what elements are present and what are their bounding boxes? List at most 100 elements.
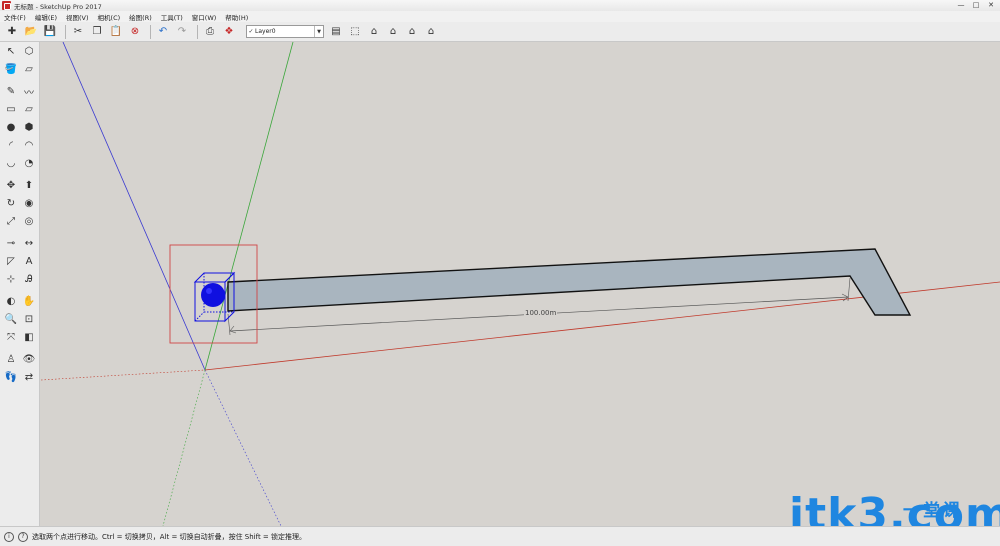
3d-text-icon[interactable]: Ꭿ	[21, 271, 37, 287]
dimension-label[interactable]: 100.00m	[524, 309, 558, 317]
cut-icon[interactable]: ✂	[70, 24, 86, 40]
model-info-icon[interactable]: ❖	[221, 24, 237, 40]
new-file-icon[interactable]: ✚	[4, 24, 20, 40]
menu-draw[interactable]: 绘图(R)	[129, 12, 152, 22]
move-icon[interactable]: ✥	[3, 177, 19, 193]
protractor-icon[interactable]: ◸	[3, 253, 19, 269]
drawing-viewport[interactable]: 100.00m itk3.com 一堂课	[41, 42, 1000, 526]
walk-icon[interactable]: 👣	[3, 369, 19, 385]
main-toolbar: ✚ 📂 💾 ✂ ❐ 📋 ⊗ ↶ ↷ ⎙ ❖ ✓ Layer0 ▼ ▤ ⬚ ⌂ ⌂…	[0, 22, 1000, 42]
tool-row: ◐ ✋	[0, 292, 39, 310]
l-shaped-face[interactable]	[227, 248, 912, 316]
tool-row: ◜ ◠	[0, 136, 39, 154]
menu-view[interactable]: 视图(V)	[66, 12, 89, 22]
component-dot[interactable]	[201, 283, 225, 307]
tool-row: ◡ ◔	[0, 154, 39, 172]
erase-icon[interactable]: ⊗	[127, 24, 143, 40]
redo-icon[interactable]: ↷	[174, 24, 190, 40]
green-axis-dotted	[162, 369, 206, 526]
tool-row: ↻ ◉	[0, 194, 39, 212]
close-button[interactable]: ✕	[984, 0, 998, 10]
front-view-icon[interactable]: ⌂	[385, 24, 401, 40]
menu-tools[interactable]: 工具(T)	[161, 12, 183, 22]
tool-row: 🪣 ▱	[0, 60, 39, 78]
menu-bar: 文件(F) 编辑(E) 视图(V) 相机(C) 绘图(R) 工具(T) 窗口(W…	[0, 11, 1000, 22]
menu-edit[interactable]: 编辑(E)	[35, 12, 57, 22]
zoom-icon[interactable]: 🔍	[3, 311, 19, 327]
watermark-cn: 一堂课	[903, 501, 963, 521]
previous-view-icon[interactable]: ◧	[21, 329, 37, 345]
dimension-icon[interactable]: ↔	[21, 235, 37, 251]
pie-icon[interactable]: ◔	[21, 155, 37, 171]
right-view-icon[interactable]: ⌂	[404, 24, 420, 40]
red-axis-dotted	[41, 369, 206, 381]
tool-row: ✎ 〰	[0, 82, 39, 100]
minimize-button[interactable]: —	[954, 0, 968, 10]
scale-icon[interactable]: ⤢	[3, 213, 19, 229]
tool-row: ↖ ⬡	[0, 42, 39, 60]
blue-axis-dotted	[204, 369, 282, 526]
section-plane-icon[interactable]: ⇄	[21, 369, 37, 385]
eraser-icon[interactable]: ▱	[21, 61, 37, 77]
make-component-icon[interactable]: ⬡	[21, 43, 37, 59]
menu-window[interactable]: 窗口(W)	[192, 12, 217, 22]
zoom-extents-icon[interactable]: ⤧	[3, 329, 19, 345]
open-file-icon[interactable]: 📂	[23, 24, 39, 40]
status-message: 选取两个点进行移动。Ctrl = 切换拷贝，Alt = 切换自动折叠，按住 Sh…	[32, 532, 307, 541]
tool-row: ♙ 👁	[0, 350, 39, 368]
title-bar: 无标题 - SketchUp Pro 2017 — □ ✕	[0, 0, 1000, 11]
select-icon[interactable]: ↖	[3, 43, 19, 59]
pan-icon[interactable]: ✋	[21, 293, 37, 309]
position-camera-icon[interactable]: ♙	[3, 351, 19, 367]
top-view-icon[interactable]: ⌂	[366, 24, 382, 40]
line-icon[interactable]: ✎	[3, 83, 19, 99]
blue-axis	[62, 42, 206, 371]
tool-row: ▭ ▱	[0, 100, 39, 118]
push-pull-icon[interactable]: ⬆	[21, 177, 37, 193]
orbit-icon[interactable]: ◐	[3, 293, 19, 309]
axes-icon[interactable]: ⊹	[3, 271, 19, 287]
watermark-text: itk3	[789, 489, 889, 526]
paste-icon[interactable]: 📋	[108, 24, 124, 40]
help-icon[interactable]: ?	[18, 531, 28, 542]
rotate-icon[interactable]: ↻	[3, 195, 19, 211]
polygon-icon[interactable]: ⬢	[21, 119, 37, 135]
back-view-icon[interactable]: ⌂	[423, 24, 439, 40]
layer-dropdown[interactable]: ✓ Layer0 ▼	[246, 25, 324, 38]
tool-row: ◸ A	[0, 252, 39, 270]
copy-icon[interactable]: ❐	[89, 24, 105, 40]
follow-me-icon[interactable]: ◉	[21, 195, 37, 211]
window-controls: — □ ✕	[954, 0, 998, 11]
menu-file[interactable]: 文件(F)	[4, 12, 26, 22]
circle-icon[interactable]: ●	[3, 119, 19, 135]
zoom-window-icon[interactable]: ⊡	[21, 311, 37, 327]
status-bar: i ? 选取两个点进行移动。Ctrl = 切换拷贝，Alt = 切换自动折叠，按…	[0, 526, 1000, 546]
scene-canvas[interactable]	[41, 42, 1000, 526]
two-point-arc-icon[interactable]: ◠	[21, 137, 37, 153]
sketchup-logo-icon	[2, 1, 11, 10]
rotated-rectangle-icon[interactable]: ▱	[21, 101, 37, 117]
tool-palette: ↖ ⬡ 🪣 ▱ ✎ 〰 ▭ ▱ ● ⬢ ◜ ◠ ◡ ◔ ✥ ⬆ ↻ ◉ ⤢ ◎ ⊸ ↔ ◸ A ⊹ Ꭿ ◐ ✋ 🔍 ⊡ ⤧ ◧ ♙ 👁 👣 ⇄	[0, 42, 40, 526]
rectangle-icon[interactable]: ▭	[3, 101, 19, 117]
component-dot-edge	[206, 288, 212, 294]
paint-bucket-icon[interactable]: 🪣	[3, 61, 19, 77]
look-around-icon[interactable]: 👁	[21, 351, 37, 367]
iso-view-icon[interactable]: ⬚	[347, 24, 363, 40]
save-icon[interactable]: 💾	[42, 24, 58, 40]
text-icon[interactable]: A	[21, 253, 37, 269]
freehand-icon[interactable]: 〰	[21, 83, 37, 99]
menu-camera[interactable]: 相机(C)	[98, 12, 121, 22]
offset-icon[interactable]: ◎	[21, 213, 37, 229]
layer-manager-icon[interactable]: ▤	[328, 24, 344, 40]
three-point-arc-icon[interactable]: ◡	[3, 155, 19, 171]
chevron-down-icon[interactable]: ▼	[314, 26, 323, 37]
menu-help[interactable]: 帮助(H)	[225, 12, 248, 22]
undo-icon[interactable]: ↶	[155, 24, 171, 40]
info-icon[interactable]: i	[4, 531, 14, 542]
print-icon[interactable]: ⎙	[202, 24, 218, 40]
tape-measure-icon[interactable]: ⊸	[3, 235, 19, 251]
maximize-button[interactable]: □	[969, 0, 983, 10]
tool-row: 🔍 ⊡	[0, 310, 39, 328]
toolbar-divider	[150, 24, 151, 39]
arc-icon[interactable]: ◜	[3, 137, 19, 153]
